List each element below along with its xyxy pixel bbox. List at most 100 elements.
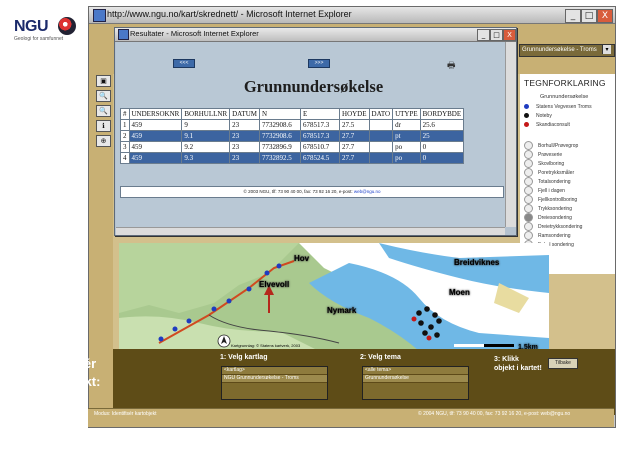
legend-label: Ramsondering xyxy=(538,232,571,239)
browser-title: http://www.ngu.no/kart/skrednett/ - Micr… xyxy=(107,9,352,19)
table-cell: 4 xyxy=(120,152,130,164)
col-header: UNDERSOKNR xyxy=(128,108,183,120)
table-cell: 678510.7 xyxy=(300,141,341,153)
results-heading: Grunnundersøkelse xyxy=(243,77,384,96)
rotary-symbol-icon xyxy=(524,213,533,222)
identify-title-line1: Identifisér xyxy=(34,356,97,371)
theme-option[interactable]: <alle tema> xyxy=(363,367,468,375)
table-cell: 459 xyxy=(128,130,183,142)
table-cell: 9.1 xyxy=(181,130,231,142)
tool-pan-icon[interactable]: ⊕ xyxy=(96,135,111,147)
table-cell: 25.6 xyxy=(419,119,465,131)
tool-zoom-out-icon[interactable]: 🔍 xyxy=(96,105,111,117)
next-page-button[interactable]: >>> xyxy=(308,59,330,68)
legend-label: Statens Vegvesen Troms xyxy=(536,104,592,110)
layer-listbox[interactable]: <kartlag> NGU Grunnundersøkelse - Troms xyxy=(221,366,328,400)
layer-select[interactable]: Grunnundersøkelse - Troms xyxy=(519,44,615,57)
map-label-nymark: Nymark xyxy=(327,306,357,315)
legend-item: Fjell i dagen xyxy=(524,186,565,195)
maximize-button[interactable]: □ xyxy=(581,9,597,23)
theme-option[interactable]: Grunnundersøkelse xyxy=(363,375,468,383)
legend-label: Poretrykksmåler xyxy=(538,169,575,176)
blue-dot-icon xyxy=(524,104,529,110)
step1-label: 1: Velg kartlag xyxy=(220,354,268,361)
rotary-pressure-symbol-icon xyxy=(524,222,533,231)
browser-titlebar[interactable]: http://www.ngu.no/kart/skrednett/ - Micr… xyxy=(89,7,615,24)
prev-page-button[interactable]: <<< xyxy=(173,59,195,68)
tool-zoom-box-icon[interactable]: ▣ xyxy=(96,75,111,87)
table-cell: 2 xyxy=(120,130,130,142)
horizontal-scrollbar[interactable] xyxy=(116,227,505,235)
map-label-moen: Moen xyxy=(449,288,470,297)
close-button[interactable]: X xyxy=(503,29,516,41)
legend-item: Totalsondering xyxy=(524,177,571,186)
table-cell: 7732896.9 xyxy=(259,141,302,153)
legend-item: Ramsondering xyxy=(524,231,571,240)
legend-item: Prøveserie xyxy=(524,150,562,159)
table-header-row: # UNDERSOKNR BORHULLNR DATUM N E HOYDE D… xyxy=(120,108,465,120)
pressure-symbol-icon xyxy=(524,168,533,177)
table-cell: 9 xyxy=(181,119,231,131)
table-cell: 9.2 xyxy=(181,141,231,153)
ngu-tagline: Geologi for samfunnet xyxy=(14,36,64,42)
back-button[interactable]: Tilbake xyxy=(548,358,578,369)
table-cell: 7732892.5 xyxy=(259,152,302,164)
legend-item: Fjellkontrollboring xyxy=(524,195,577,204)
map-canvas[interactable]: Hov Elvevoll Nymark Breidviknes Moen 1.5… xyxy=(119,243,549,351)
table-cell: 27.5 xyxy=(339,119,370,131)
table-cell xyxy=(368,119,394,131)
table-cell: 9.3 xyxy=(181,152,231,164)
tool-info-icon[interactable]: ℹ xyxy=(96,120,111,132)
table-row: 3 459 9.2 23 7732896.9 678510.7 27.7 po … xyxy=(120,141,465,153)
legend-label: Dreiesondering xyxy=(538,214,572,221)
legend-label: Borhull/Prøvegrop xyxy=(538,142,579,149)
table-cell xyxy=(368,130,394,142)
table-cell xyxy=(368,152,394,164)
table-cell: 23 xyxy=(229,130,261,142)
sample-symbol-icon xyxy=(524,150,533,159)
legend-item: Dreietrykksondering xyxy=(524,222,582,231)
vertical-scrollbar[interactable] xyxy=(505,42,516,227)
map-tools: ▣ 🔍 🔍 ℹ ⊕ xyxy=(96,75,111,150)
layer-option[interactable]: <kartlag> xyxy=(222,367,327,375)
table-cell: po xyxy=(392,141,421,153)
map-view[interactable]: Hov Elvevoll Nymark Breidviknes Moen 1.5… xyxy=(119,243,549,351)
results-titlebar[interactable]: Resultater - Microsoft Internet Explorer… xyxy=(115,28,516,42)
legend-item: Noteby xyxy=(524,113,552,122)
email-link[interactable]: web@ngu.no xyxy=(354,189,381,194)
col-header: # xyxy=(120,108,130,120)
col-header: E xyxy=(300,108,341,120)
table-cell: 678517.3 xyxy=(300,119,341,131)
table-cell: 23 xyxy=(229,119,261,131)
ie-icon xyxy=(93,9,106,22)
status-copyright: © 2004 NGU, tlf: 73 90 40 00, fax: 73 92… xyxy=(418,411,571,417)
table-row: 2 459 9.1 23 7732908.6 678517.3 27.7 pt … xyxy=(120,130,465,142)
theme-listbox[interactable]: <alle tema> Grunnundersøkelse xyxy=(362,366,469,400)
maximize-button[interactable]: □ xyxy=(490,29,503,41)
table-cell: 23 xyxy=(229,152,261,164)
total-symbol-icon xyxy=(524,177,533,186)
ram-symbol-icon xyxy=(524,231,533,240)
map-copyright: Kartgrunnlag: © Statens kartverk, 2003 xyxy=(231,343,301,348)
minimize-button[interactable]: _ xyxy=(565,9,581,23)
print-icon[interactable]: 🖶 xyxy=(447,58,456,74)
minimize-button[interactable]: _ xyxy=(477,29,490,41)
table-cell: 1 xyxy=(120,119,130,131)
table-cell: 678524.5 xyxy=(300,152,341,164)
col-header: HOYDE xyxy=(339,108,370,120)
ngu-logo-text: NGU xyxy=(14,18,49,35)
legend-label: Skovlboring xyxy=(538,160,565,167)
legend-item: Skandiaconsult xyxy=(524,122,570,131)
tool-zoom-in-icon[interactable]: 🔍 xyxy=(96,90,111,102)
col-header: DATUM xyxy=(229,108,261,120)
results-content: <<< >>> 🖶 Grunnundersøkelse # UNDERSOKNR… xyxy=(116,42,505,227)
borehole-symbol-icon xyxy=(524,141,533,150)
table-cell: 7732908.6 xyxy=(259,130,302,142)
col-header: N xyxy=(259,108,302,120)
table-cell: 27.7 xyxy=(339,152,370,164)
close-button[interactable]: X xyxy=(597,9,613,23)
legend-item: Skovlboring xyxy=(524,159,564,168)
layer-option[interactable]: NGU Grunnundersøkelse - Troms xyxy=(222,375,327,383)
chevron-down-icon[interactable]: ▾ xyxy=(602,45,611,54)
rock-symbol-icon xyxy=(524,186,533,195)
